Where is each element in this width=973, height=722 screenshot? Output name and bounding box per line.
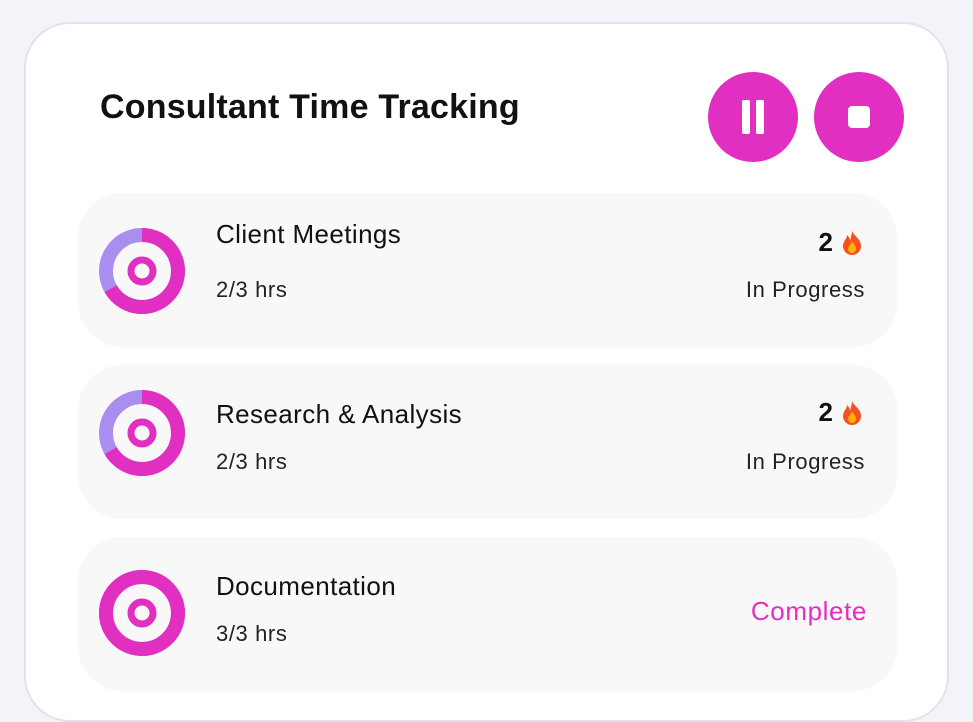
task-item-documentation[interactable]: Documentation 3/3 hrs Complete xyxy=(78,537,897,691)
status-label: In Progress xyxy=(745,449,865,474)
task-hours: 2/3 hrs xyxy=(216,277,288,302)
task-name: Research & Analysis xyxy=(216,399,463,429)
streak-value: 2 xyxy=(818,227,833,257)
progress-ring xyxy=(99,228,185,314)
flame-icon xyxy=(841,230,863,256)
status-label: Complete xyxy=(750,596,867,626)
flame-icon xyxy=(841,400,863,426)
task-hours: 2/3 hrs xyxy=(216,449,288,474)
progress-ring xyxy=(99,570,185,656)
page-title: Consultant Time Tracking xyxy=(100,88,520,126)
task-name: Client Meetings xyxy=(216,219,402,249)
streak-count: 2 xyxy=(819,397,863,428)
streak-value: 2 xyxy=(818,397,833,427)
status-label: In Progress xyxy=(745,277,865,302)
task-hours: 3/3 hrs xyxy=(216,621,288,646)
task-name: Documentation xyxy=(216,571,397,601)
stop-button[interactable] xyxy=(814,72,904,162)
pause-icon xyxy=(739,100,767,134)
progress-ring xyxy=(99,390,185,476)
pause-button[interactable] xyxy=(708,72,798,162)
task-item-client-meetings[interactable]: Client Meetings 2/3 hrs 2 In Progress xyxy=(78,193,897,347)
task-item-research-analysis[interactable]: Research & Analysis 2/3 hrs 2 In Progres… xyxy=(78,365,897,519)
streak-count: 2 xyxy=(819,227,863,258)
stop-icon xyxy=(848,106,870,128)
